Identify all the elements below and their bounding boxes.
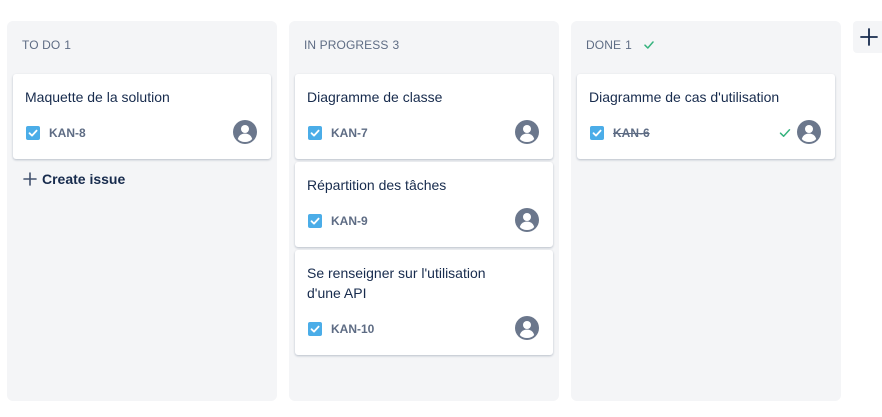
column-title: TO DO <box>22 38 61 52</box>
issue-card[interactable]: Diagramme de cas d'utilisation KAN-6 <box>577 74 835 159</box>
checkbox-task-icon <box>590 126 604 140</box>
card-title: Se renseigner sur l'utilisation d'une AP… <box>307 265 486 301</box>
card-key[interactable]: KAN-9 <box>331 214 368 228</box>
checkbox-task-icon <box>308 126 322 140</box>
column-count: 1 <box>625 38 632 52</box>
user-avatar-icon[interactable] <box>515 120 539 144</box>
column-header-todo: TO DO 1 <box>22 38 71 52</box>
column-header-in-progress: IN PROGRESS 3 <box>304 38 399 52</box>
card-title: Maquette de la solution <box>25 89 170 105</box>
check-icon <box>779 129 791 137</box>
user-avatar-icon[interactable] <box>515 316 539 340</box>
plus-icon <box>860 28 878 46</box>
kanban-board: TO DO 1 Maquette de la solution KAN-8 Cr… <box>0 0 882 417</box>
column-title: DONE <box>586 38 622 52</box>
user-avatar-icon[interactable] <box>233 120 257 144</box>
card-title: Répartition des tâches <box>307 177 447 193</box>
create-issue-label: Create issue <box>42 171 126 187</box>
checkbox-task-icon <box>308 322 322 336</box>
column-count: 3 <box>392 38 400 52</box>
card-key[interactable]: KAN-6 <box>613 126 650 140</box>
column-done: DONE 1 Diagramme de cas d'utilisation KA… <box>571 21 841 401</box>
card-title: Diagramme de classe <box>307 89 443 105</box>
add-column-button[interactable] <box>853 21 882 53</box>
plus-icon <box>23 172 37 186</box>
column-in-progress: IN PROGRESS 3 Diagramme de classe KAN-7 … <box>289 21 559 401</box>
card-key[interactable]: KAN-8 <box>49 126 86 140</box>
user-avatar-icon[interactable] <box>515 208 539 232</box>
checkbox-task-icon <box>26 126 40 140</box>
issue-card[interactable]: Se renseigner sur l'utilisation d'une AP… <box>295 250 553 355</box>
issue-card[interactable]: Diagramme de classe KAN-7 <box>295 74 553 159</box>
column-header-done: DONE 1 <box>586 38 654 52</box>
issue-card[interactable]: Maquette de la solution KAN-8 <box>13 74 271 159</box>
check-icon <box>644 41 654 49</box>
column-title: IN PROGRESS <box>304 38 389 52</box>
issue-card[interactable]: Répartition des tâches KAN-9 <box>295 162 553 247</box>
card-key[interactable]: KAN-7 <box>331 126 368 140</box>
create-issue-button[interactable]: Create issue <box>23 171 125 187</box>
checkbox-task-icon <box>308 214 322 228</box>
card-title: Diagramme de cas d'utilisation <box>589 89 780 105</box>
column-todo: TO DO 1 Maquette de la solution KAN-8 Cr… <box>7 21 277 401</box>
card-key[interactable]: KAN-10 <box>331 322 374 336</box>
column-count: 1 <box>64 38 72 52</box>
user-avatar-icon[interactable] <box>797 120 821 144</box>
